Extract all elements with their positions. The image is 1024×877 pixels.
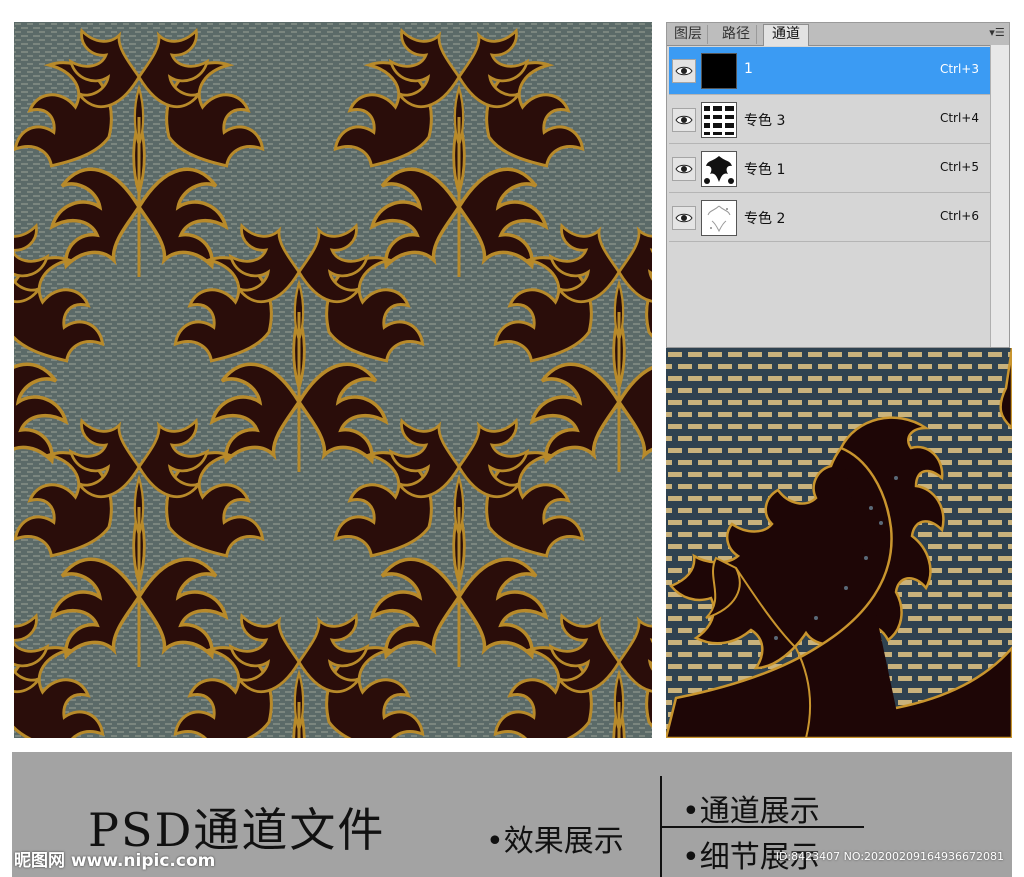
- divider-horizontal: [662, 826, 864, 828]
- panel-tab-bar: 图层 路径 通道 ▾☰: [667, 23, 1009, 46]
- panel-menu-icon[interactable]: ▾☰: [989, 26, 1005, 40]
- channel-shortcut: Ctrl+6: [939, 209, 979, 223]
- channel-shortcut: Ctrl+4: [939, 111, 979, 125]
- channel-row-spot-3[interactable]: 专色 3 Ctrl+4: [669, 96, 991, 144]
- channel-name: 专色 3: [744, 113, 786, 129]
- visibility-eye-icon[interactable]: [672, 206, 696, 230]
- channel-thumbnail: [701, 151, 737, 187]
- watermark-logo: 昵图网 www.nipic.com: [14, 851, 216, 871]
- visibility-eye-icon[interactable]: [672, 59, 696, 83]
- info-banner: PSD通道文件 •效果展示 •通道展示 •细节展示 昵图网 www.nipic.…: [12, 752, 1012, 877]
- channel-thumbnail: [701, 53, 737, 89]
- panel-scrollbar[interactable]: [990, 45, 1009, 347]
- visibility-eye-icon[interactable]: [672, 157, 696, 181]
- visibility-eye-icon[interactable]: [672, 108, 696, 132]
- channel-name: 专色 2: [744, 211, 786, 227]
- damask-pattern-image: [14, 22, 652, 738]
- tab-layers[interactable]: 图层: [669, 25, 708, 44]
- channels-panel: 图层 路径 通道 ▾☰ 1 Ctrl+3 专色 3 Ctrl+4 专色 1 Ct…: [666, 22, 1010, 348]
- bullet-channel: •通道展示: [682, 794, 820, 829]
- watermark-id: ID:8423407 NO:20200209164936672081: [775, 850, 1004, 863]
- channel-row-spot-2[interactable]: 专色 2 Ctrl+6: [669, 194, 991, 242]
- detail-preview: [666, 348, 1012, 738]
- bullet-effect: •效果展示: [486, 824, 624, 859]
- channel-name: 1: [744, 61, 753, 77]
- channel-shortcut: Ctrl+3: [939, 62, 979, 76]
- pattern-preview: [14, 22, 652, 738]
- channel-thumbnail: [701, 102, 737, 138]
- channel-name: 专色 1: [744, 162, 786, 178]
- tab-paths[interactable]: 路径: [716, 25, 757, 44]
- tab-channels[interactable]: 通道: [763, 24, 809, 46]
- channel-shortcut: Ctrl+5: [939, 160, 979, 174]
- channel-row-1[interactable]: 1 Ctrl+3: [669, 47, 991, 95]
- channel-row-spot-1[interactable]: 专色 1 Ctrl+5: [669, 145, 991, 193]
- detail-zoom-image: [666, 348, 1012, 738]
- channel-thumbnail: [701, 200, 737, 236]
